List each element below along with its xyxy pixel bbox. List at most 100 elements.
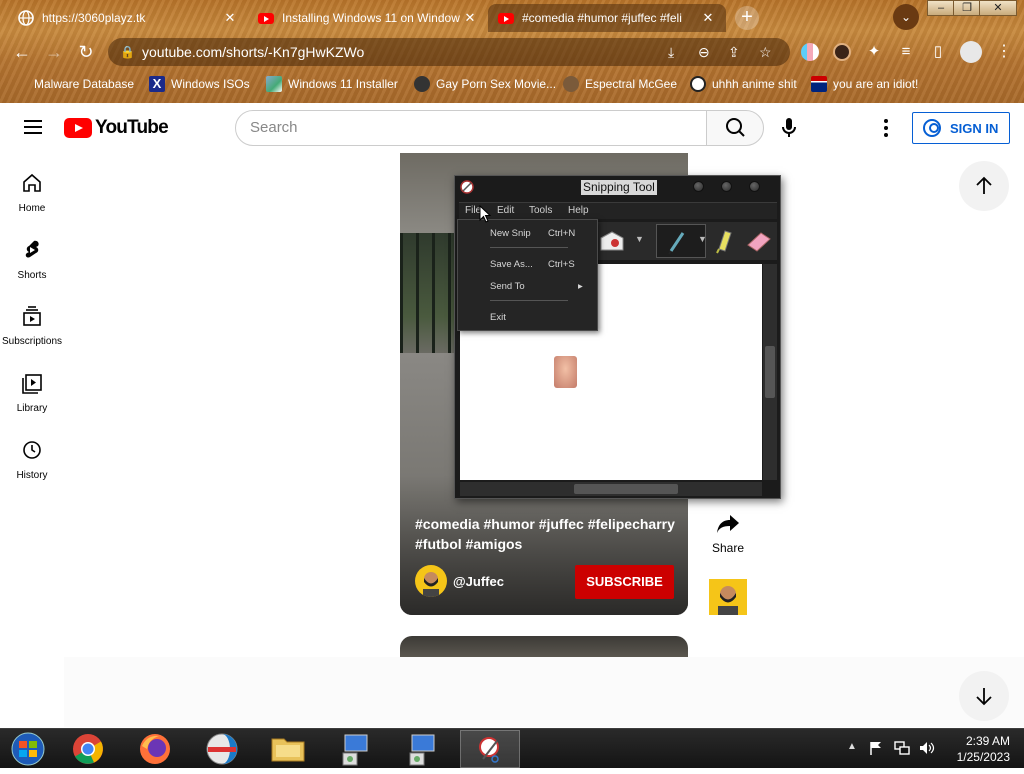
windows-taskbar: ▲ 2:39 AM 1/25/2023: [0, 728, 1024, 768]
chrome-menu-icon[interactable]: ⋮: [992, 41, 1016, 63]
tab-title: #comedia #humor #juffec #feli: [522, 11, 682, 25]
address-bar[interactable]: 🔒 youtube.com/shorts/-Kn7gHwKZWo ⤓ ⊖ ⇪ ☆: [108, 38, 790, 66]
start-button[interactable]: [0, 730, 60, 768]
bookmark-malware-database[interactable]: Malware Database: [12, 76, 134, 92]
back-arrow-icon[interactable]: ←: [10, 41, 34, 63]
menu-tools[interactable]: Tools: [529, 205, 552, 216]
pen-dropdown-icon[interactable]: ▼: [698, 234, 707, 244]
reload-icon[interactable]: ↻: [74, 41, 98, 63]
browser-logo-icon: [206, 733, 238, 765]
previous-short-button[interactable]: [959, 161, 1009, 211]
close-tab-icon[interactable]: ✕: [462, 10, 478, 26]
cat-icon: [563, 76, 579, 92]
menu-item-send-to[interactable]: Send To ▸: [490, 281, 590, 292]
bookmark-site[interactable]: Gay Porn Sex Movie...: [414, 76, 556, 92]
x-logo-icon: X: [149, 76, 165, 92]
youtube-header: YouTube Search SIGN IN: [0, 103, 1024, 153]
tab-comedia[interactable]: #comedia #humor #juffec #feli ✕: [488, 4, 726, 32]
send-snip-icon[interactable]: [599, 230, 625, 252]
chrome-icon: [73, 734, 103, 764]
hamburger-menu-icon[interactable]: [24, 120, 42, 134]
youtube-favicon-icon: [498, 12, 514, 24]
microphone-icon[interactable]: [778, 116, 800, 140]
vertical-scrollbar[interactable]: [763, 264, 777, 480]
close-dot-button[interactable]: [749, 181, 760, 192]
volume-icon[interactable]: [918, 740, 936, 756]
profile-icon[interactable]: [960, 41, 982, 63]
search-input[interactable]: Search: [235, 110, 707, 146]
next-short-preview[interactable]: [400, 636, 688, 658]
close-tab-icon[interactable]: ✕: [700, 10, 716, 26]
next-short-button[interactable]: [959, 671, 1009, 721]
channel-avatar-small[interactable]: [709, 579, 747, 615]
new-tab-button[interactable]: +: [735, 6, 759, 30]
channel-name[interactable]: @Juffec: [453, 574, 504, 589]
taskbar-browser[interactable]: [192, 730, 252, 768]
bookmark-espectral-mcgee[interactable]: Espectral McGee: [563, 76, 677, 92]
scrollbar-thumb[interactable]: [574, 484, 678, 494]
forward-arrow-icon[interactable]: →: [42, 41, 66, 63]
close-window-button[interactable]: ✕: [979, 0, 1017, 16]
taskbar-chrome[interactable]: [60, 730, 120, 768]
extension-avatar-icon[interactable]: [833, 43, 851, 61]
extensions-puzzle-icon[interactable]: ✦: [862, 41, 886, 63]
share-button[interactable]: Share: [706, 512, 750, 555]
menu-item-new-snip[interactable]: New Snip Ctrl+N: [490, 228, 590, 239]
file-dropdown-menu: New Snip Ctrl+N Save As... Ctrl+S Send T…: [457, 219, 598, 331]
side-panel-icon[interactable]: ▯: [926, 41, 950, 63]
install-icon[interactable]: ⤓: [668, 38, 674, 66]
taskbar-computer-1[interactable]: [325, 730, 385, 768]
subscribe-button[interactable]: SUBSCRIBE: [575, 565, 674, 599]
tab-3060playz[interactable]: https://3060playz.tk ✕: [8, 4, 248, 32]
search-button[interactable]: [706, 110, 764, 146]
share-icon[interactable]: ⇪: [728, 38, 740, 66]
menu-edit[interactable]: Edit: [497, 205, 514, 216]
youtube-logo[interactable]: YouTube: [64, 117, 169, 139]
close-tab-icon[interactable]: ✕: [222, 10, 238, 26]
media-queue-icon[interactable]: ≡: [894, 41, 918, 63]
bookmark-anime[interactable]: uhhh anime shit: [690, 76, 797, 92]
send-dropdown-icon[interactable]: ▼: [635, 234, 644, 244]
tab-installing-windows[interactable]: Installing Windows 11 on Window ✕: [248, 4, 488, 32]
menu-help[interactable]: Help: [568, 205, 589, 216]
sidebar-item-history[interactable]: History: [0, 439, 64, 481]
sign-in-button[interactable]: SIGN IN: [912, 112, 1010, 144]
minimize-dot-button[interactable]: [693, 181, 704, 192]
highlighter-icon[interactable]: [713, 227, 735, 255]
bookmark-star-icon[interactable]: ☆: [759, 38, 772, 66]
firefox-icon: [140, 734, 170, 764]
tab-search-button[interactable]: ⌄: [893, 4, 919, 30]
channel-avatar[interactable]: [415, 565, 447, 597]
scrollbar-thumb[interactable]: [765, 346, 775, 398]
menu-item-exit[interactable]: Exit: [490, 312, 590, 323]
bookmark-windows-11-installer[interactable]: Windows 11 Installer: [266, 76, 398, 92]
action-center-flag-icon[interactable]: [868, 740, 884, 756]
windows-start-orb-icon: [11, 732, 45, 766]
extension-flag-icon[interactable]: [801, 43, 819, 61]
eraser-icon[interactable]: [745, 229, 773, 253]
network-icon[interactable]: [893, 740, 911, 756]
settings-menu-icon[interactable]: [883, 119, 889, 137]
maximize-button[interactable]: ❐: [953, 0, 981, 16]
menu-item-save-as[interactable]: Save As... Ctrl+S: [490, 259, 590, 270]
taskbar-computer-2[interactable]: [392, 730, 452, 768]
minimize-button[interactable]: –: [927, 0, 955, 16]
bookmark-you-are-an-idiot[interactable]: you are an idiot!: [811, 76, 918, 92]
taskbar-snipping-tool[interactable]: [460, 730, 520, 768]
share-label: Share: [711, 541, 745, 555]
short-title[interactable]: #comedia #humor #juffec #felipecharry #f…: [415, 514, 677, 554]
sidebar-item-subscriptions[interactable]: Subscriptions: [0, 305, 64, 347]
sidebar-item-library[interactable]: Library: [0, 372, 64, 414]
folder-icon: [271, 738, 305, 762]
horizontal-scrollbar[interactable]: [460, 482, 762, 496]
zoom-icon[interactable]: ⊖: [698, 38, 710, 66]
sidebar-item-home[interactable]: Home: [0, 172, 64, 214]
maximize-dot-button[interactable]: [721, 181, 732, 192]
tray-expand-icon[interactable]: ▲: [847, 741, 857, 752]
bookmark-windows-isos[interactable]: X Windows ISOs: [149, 76, 250, 92]
taskbar-firefox[interactable]: [125, 730, 185, 768]
system-clock[interactable]: 2:39 AM 1/25/2023: [950, 733, 1010, 765]
taskbar-file-explorer[interactable]: [258, 730, 318, 768]
skull-icon: [12, 76, 28, 92]
sidebar-item-shorts[interactable]: Shorts: [0, 239, 64, 281]
